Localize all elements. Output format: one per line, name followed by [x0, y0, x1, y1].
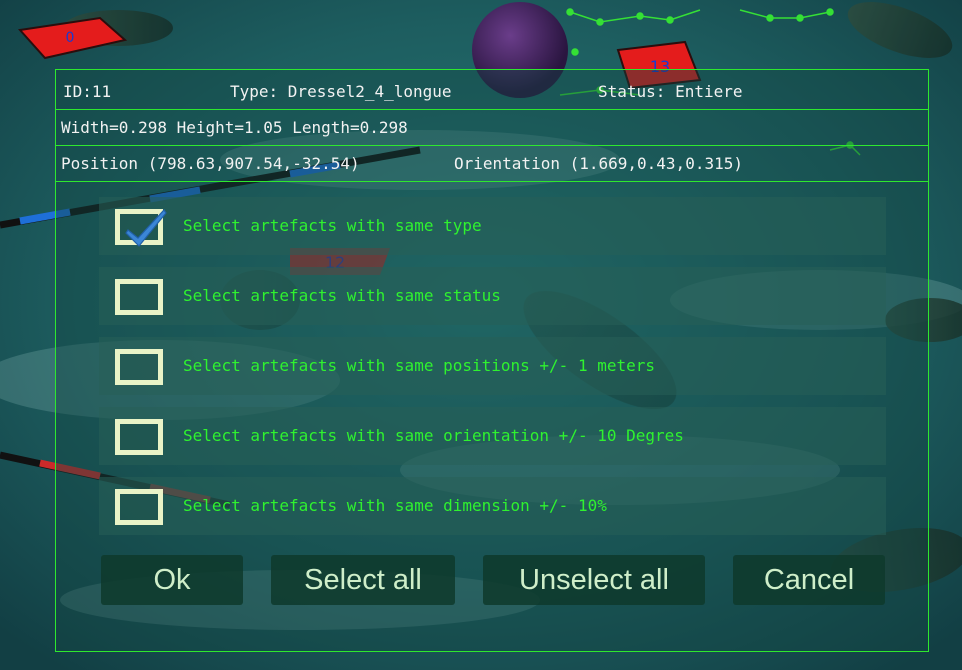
marker-label: 0 — [66, 30, 75, 46]
same-status-checkbox[interactable] — [115, 279, 163, 315]
artefact-dimensions-row: Width=0.298 Height=1.05 Length=0.298 — [56, 110, 928, 146]
artefact-dimensions: Width=0.298 Height=1.05 Length=0.298 — [61, 118, 408, 137]
checkmark-icon — [125, 209, 167, 247]
artefact-orientation: Orientation (1.669,0.43,0.315) — [454, 154, 743, 173]
artefact-type: Type: Dressel2_4_longue — [230, 82, 452, 101]
same-type-checkbox[interactable] — [115, 209, 167, 247]
same-positions-checkbox[interactable] — [115, 349, 163, 385]
option-same-dimension[interactable]: Select artefacts with same dimension +/-… — [99, 477, 886, 535]
artefact-position-row: Position (798.63,907.54,-32.54) Orientat… — [56, 146, 928, 182]
artefact-header-row: ID:11 Type: Dressel2_4_longue Status: En… — [56, 74, 928, 110]
option-same-type[interactable]: Select artefacts with same type — [99, 197, 886, 255]
option-same-status[interactable]: Select artefacts with same status — [99, 267, 886, 325]
option-label: Select artefacts with same positions +/-… — [183, 356, 656, 375]
option-label: Select artefacts with same orientation +… — [183, 426, 684, 445]
option-same-positions[interactable]: Select artefacts with same positions +/-… — [99, 337, 886, 395]
same-orientation-checkbox[interactable] — [115, 419, 163, 455]
artefact-status: Status: Entiere — [598, 82, 743, 101]
option-label: Select artefacts with same status — [183, 286, 501, 305]
artefact-id: ID:11 — [63, 82, 112, 101]
same-dimension-checkbox[interactable] — [115, 489, 163, 525]
option-same-orientation[interactable]: Select artefacts with same orientation +… — [99, 407, 886, 465]
cancel-button[interactable]: Cancel — [733, 555, 885, 605]
ok-button[interactable]: Ok — [101, 555, 243, 605]
artefact-position: Position (798.63,907.54,-32.54) — [61, 154, 360, 173]
artefact-selection-dialog: ID:11 Type: Dressel2_4_longue Status: En… — [55, 69, 929, 652]
unselect-all-button[interactable]: Unselect all — [483, 555, 705, 605]
option-label: Select artefacts with same type — [183, 216, 482, 235]
select-all-button[interactable]: Select all — [271, 555, 455, 605]
option-label: Select artefacts with same dimension +/-… — [183, 496, 607, 515]
